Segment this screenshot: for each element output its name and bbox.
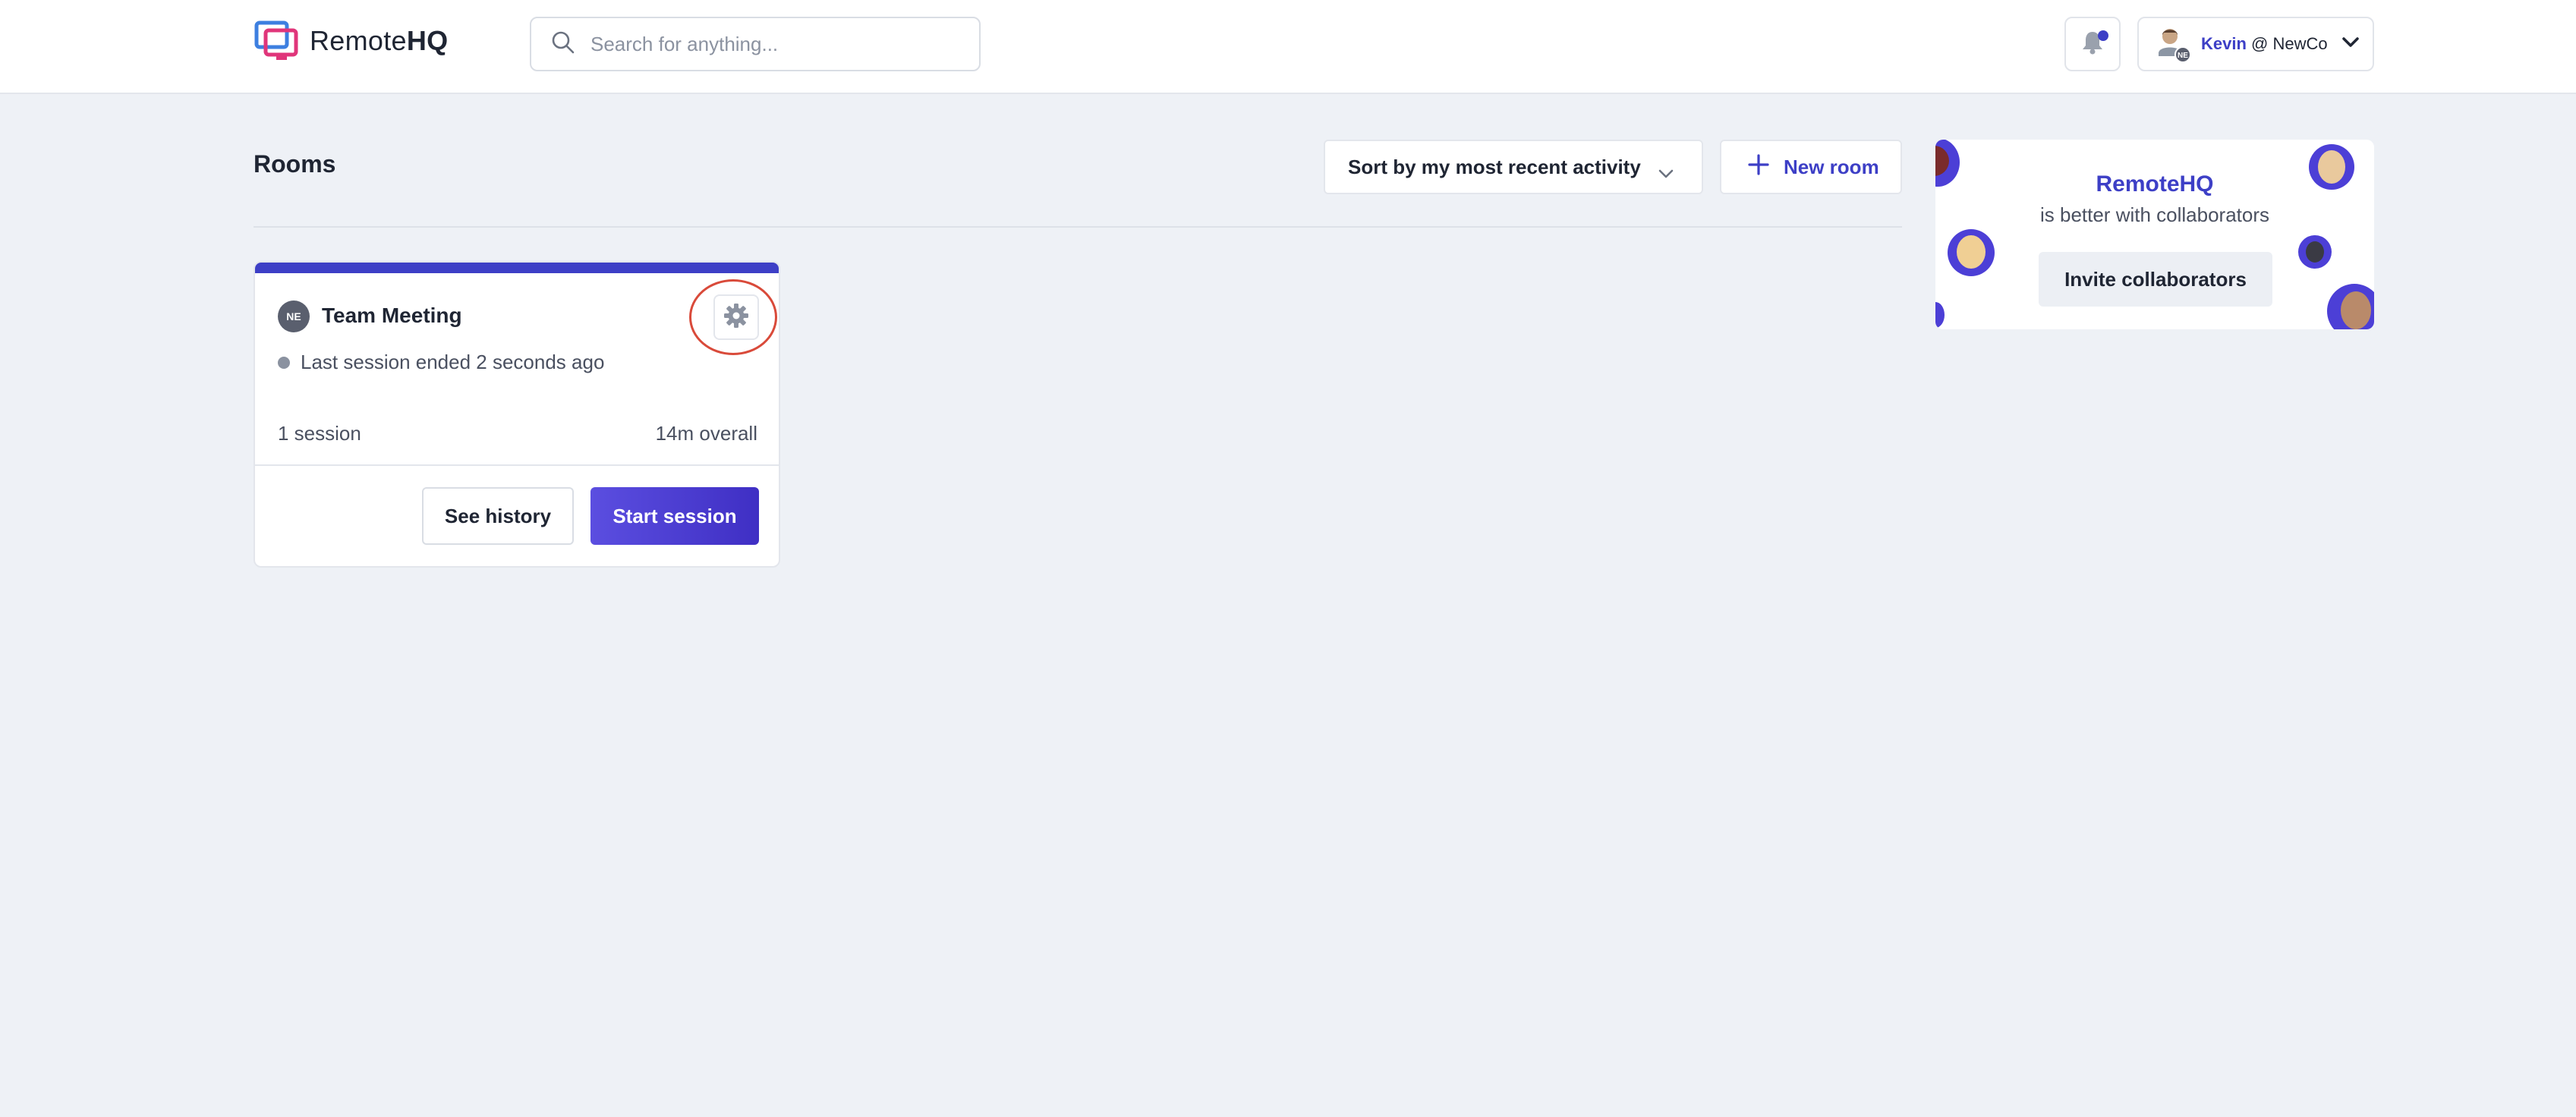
gear-icon	[723, 303, 749, 332]
start-session-button[interactable]: Start session	[590, 487, 759, 545]
org-badge: NE	[2178, 52, 2188, 60]
avatar: NE	[2157, 26, 2191, 63]
remotehq-logo-icon	[254, 18, 299, 64]
search-icon	[551, 30, 575, 58]
invite-promo-panel: RemoteHQ is better with collaborators In…	[1935, 140, 2374, 329]
status-text: Last session ended 2 seconds ago	[301, 351, 605, 373]
overall-duration: 14m overall	[655, 422, 757, 445]
plus-icon	[1747, 153, 1770, 181]
room-settings-button[interactable]	[713, 294, 759, 340]
room-name[interactable]: Team Meeting	[322, 304, 462, 328]
room-org-badge: NE	[278, 300, 310, 332]
session-status: Last session ended 2 seconds ago	[278, 351, 604, 374]
search-bar[interactable]	[530, 17, 981, 71]
sort-label: Sort by my most recent activity	[1348, 155, 1641, 178]
page-title: Rooms	[254, 150, 336, 178]
new-room-button[interactable]: New room	[1720, 140, 1902, 194]
user-name: Kevin @ NewCo	[2201, 34, 2328, 53]
collaborator-avatar	[1935, 302, 1945, 328]
top-header: RemoteHQ NE	[0, 0, 2576, 94]
card-divider	[255, 464, 779, 466]
app-logo[interactable]: RemoteHQ	[254, 18, 448, 64]
card-accent-bar	[255, 263, 779, 273]
sort-dropdown[interactable]: Sort by my most recent activity	[1324, 140, 1703, 194]
promo-subtitle: is better with collaborators	[2039, 203, 2270, 226]
user-menu[interactable]: NE Kevin @ NewCo	[2137, 17, 2374, 71]
notification-dot	[2098, 30, 2108, 41]
session-count: 1 session	[278, 422, 361, 445]
collaborator-avatar	[2327, 284, 2374, 329]
see-history-button[interactable]: See history	[422, 487, 574, 545]
chevron-down-icon	[1658, 161, 1674, 184]
room-card: NE Team Meeting Last session ended 2 sec…	[254, 261, 780, 568]
search-input[interactable]	[590, 32, 955, 56]
status-dot	[278, 356, 290, 369]
promo-title: RemoteHQ	[2096, 171, 2214, 197]
section-divider	[254, 226, 1902, 228]
collaborator-avatar	[2298, 235, 2332, 269]
notifications-button[interactable]	[2064, 17, 2121, 71]
chevron-down-icon	[2341, 36, 2360, 52]
logo-text: RemoteHQ	[310, 25, 449, 56]
new-room-label: New room	[1784, 155, 1879, 178]
collaborator-avatar	[1948, 229, 1995, 276]
invite-collaborators-button[interactable]: Invite collaborators	[2039, 252, 2272, 307]
